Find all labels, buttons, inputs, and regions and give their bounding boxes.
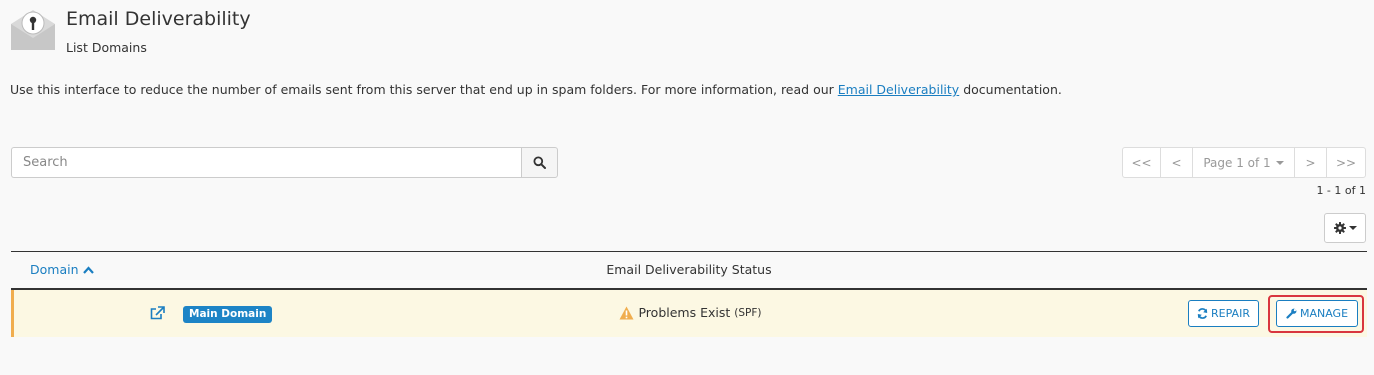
table-header: Domain Email Deliverability Status bbox=[11, 251, 1367, 290]
search-button[interactable] bbox=[521, 147, 558, 178]
manage-label: MANAGE bbox=[1299, 307, 1349, 320]
documentation-link[interactable]: Email Deliverability bbox=[838, 82, 959, 97]
next-page-button[interactable]: > bbox=[1294, 147, 1327, 178]
page-select[interactable]: Page 1 of 1 bbox=[1192, 147, 1295, 178]
table-row: Main Domain Problems Exist (SPF) REPAIR bbox=[11, 290, 1367, 337]
last-page-button[interactable]: >> bbox=[1326, 147, 1366, 178]
wrench-icon bbox=[1286, 308, 1297, 319]
page-label: Page 1 of 1 bbox=[1203, 155, 1271, 170]
pagination: << < Page 1 of 1 > >> bbox=[1122, 147, 1366, 178]
previous-page-button[interactable]: < bbox=[1160, 147, 1193, 178]
domain-column-label: Domain bbox=[30, 262, 79, 277]
page-subtitle: List Domains bbox=[66, 40, 147, 55]
status-text: Problems Exist bbox=[638, 305, 731, 320]
settings-button[interactable] bbox=[1324, 213, 1366, 243]
caret-down-icon bbox=[1275, 160, 1284, 165]
intro-text-after: documentation. bbox=[959, 82, 1062, 97]
search-bar bbox=[11, 147, 558, 178]
intro-text-before: Use this interface to reduce the number … bbox=[10, 82, 838, 97]
sort-ascending-icon bbox=[82, 265, 94, 274]
status-column-header: Email Deliverability Status bbox=[606, 262, 772, 277]
repair-button[interactable]: REPAIR bbox=[1188, 300, 1259, 327]
search-icon bbox=[533, 156, 546, 169]
warning-icon bbox=[619, 306, 634, 319]
status-detail: (SPF) bbox=[734, 306, 762, 319]
intro-text: Use this interface to reduce the number … bbox=[10, 82, 1062, 97]
caret-down-icon bbox=[1348, 226, 1357, 230]
first-page-button[interactable]: << bbox=[1122, 147, 1161, 178]
deliverability-status: Problems Exist (SPF) bbox=[14, 305, 1367, 320]
envelope-key-icon bbox=[11, 10, 55, 50]
page-title: Email Deliverability bbox=[66, 8, 251, 30]
repair-label: REPAIR bbox=[1211, 307, 1250, 320]
domain-column-header[interactable]: Domain bbox=[30, 262, 94, 277]
refresh-icon bbox=[1197, 308, 1208, 319]
domains-table: Domain Email Deliverability Status Main … bbox=[11, 251, 1367, 337]
search-input[interactable] bbox=[11, 147, 521, 178]
manage-button[interactable]: MANAGE bbox=[1276, 300, 1358, 327]
results-range: 1 - 1 of 1 bbox=[1316, 184, 1366, 197]
gear-icon bbox=[1333, 222, 1346, 234]
